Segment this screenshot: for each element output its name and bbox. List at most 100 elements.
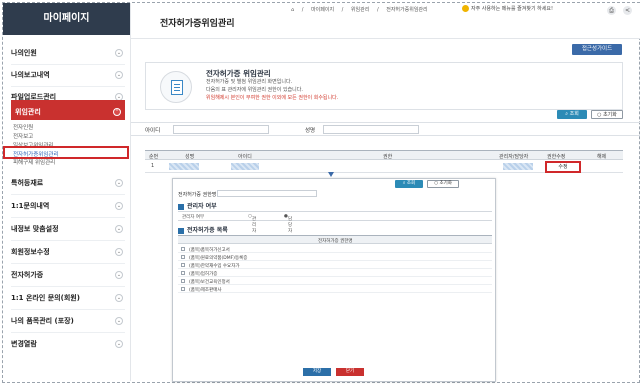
checkbox[interactable]	[181, 271, 185, 275]
favorite-text: 자주 사용하는 메뉴를 즐겨찾기 하세요!	[471, 6, 553, 12]
sidebar-subitem-e-person[interactable]: 전자인원	[13, 124, 33, 132]
section-title-text: 관리자 여부	[187, 203, 217, 210]
sidebar-item-delegation[interactable]: 위임관리 ⌃	[11, 100, 125, 120]
checkbox[interactable]	[181, 255, 185, 259]
search-button-label: 조회	[569, 111, 579, 117]
checkbox[interactable]	[181, 247, 185, 251]
list-item[interactable]: (품목)제조판매사	[178, 285, 492, 293]
id-label: 아이디	[145, 128, 161, 134]
document-icon	[160, 71, 192, 103]
home-icon[interactable]: ⌂	[291, 7, 294, 13]
info-warning: 위임해제시 본인이 부여한 권한 이외에 모든 권한이 회수됩니다.	[206, 95, 339, 101]
chevron-down-icon[interactable]: ⌄	[115, 225, 123, 233]
popup-section-title: 관리자 여부	[178, 201, 217, 210]
row-number: 1	[151, 163, 155, 169]
chevron-down-icon[interactable]: ⌄	[115, 49, 123, 57]
breadcrumb-item[interactable]: 마이페이지	[311, 7, 334, 13]
list-item-label: (품목)품목허가신고서	[189, 247, 230, 253]
list-item[interactable]: (품목)원료의약품(DMF)등록증	[178, 253, 492, 261]
redacted-role	[503, 163, 533, 170]
chevron-down-icon[interactable]: ⌄	[115, 248, 123, 256]
redacted-name	[169, 163, 199, 170]
radio-admin-label: 관리자	[251, 217, 257, 234]
popup-permission-input[interactable]	[217, 190, 317, 197]
chevron-up-icon[interactable]: ⌃	[113, 108, 121, 116]
chevron-down-icon[interactable]: ⌄	[115, 179, 123, 187]
checkbox[interactable]	[181, 279, 185, 283]
chevron-down-icon[interactable]: ⌄	[115, 317, 123, 325]
list-item[interactable]: (품목)보건교육인정서	[178, 277, 492, 285]
table-row: 1 수정	[145, 160, 623, 173]
popup-reset-button[interactable]: ○ 초기화	[427, 180, 459, 188]
divider	[11, 309, 125, 310]
edit-permission-button[interactable]: 수정	[545, 161, 581, 173]
name-input[interactable]	[323, 125, 419, 134]
sidebar-item-change-view[interactable]: 변경열람 ⌄	[11, 334, 125, 354]
sidebar-item-my-products[interactable]: 나의 품목관리 (포장) ⌄	[11, 311, 125, 331]
list-item[interactable]: (품목)품목허가신고서	[178, 245, 492, 253]
refresh-icon: ○	[434, 181, 439, 186]
divider	[11, 263, 125, 264]
sidebar-item-patent[interactable]: 특허등재료 ⌄	[11, 173, 125, 193]
search-row: 아이디 성명	[131, 122, 640, 136]
highlight-box	[3, 146, 129, 159]
sidebar-subitem-e-report[interactable]: 전자보고	[13, 133, 33, 141]
radio-staff-label: 담당자	[287, 217, 293, 234]
popup-section-title: 전자허가증 목록	[178, 225, 228, 234]
radio-staff[interactable]: ● 담당자	[284, 214, 292, 234]
search-icon: ⌕	[565, 111, 568, 117]
sidebar-item-label: 나의인원	[11, 49, 37, 57]
id-input[interactable]	[173, 125, 269, 134]
list-item[interactable]: (품목)업허가증	[178, 269, 492, 277]
column-header: 아이디	[238, 154, 252, 160]
chevron-down-icon[interactable]: ⌄	[115, 340, 123, 348]
license-list: 전자허가증 권한명 (품목)품목허가신고서 (품목)원료의약품(DMF)등록증 …	[178, 235, 492, 329]
sidebar-item-label: 특허등재료	[11, 179, 44, 187]
name-label: 성명	[305, 128, 316, 134]
sidebar-item-e-license[interactable]: 전자허가증 ⌄	[11, 265, 125, 285]
breadcrumb-item[interactable]: 전자허가증위임관리	[386, 7, 427, 13]
sidebar-item-my-persons[interactable]: 나의인원 ⌄	[11, 43, 125, 63]
print-icon[interactable]: ⎙	[607, 6, 616, 15]
reset-button[interactable]: ○ 초기화	[591, 110, 623, 119]
checkbox[interactable]	[181, 263, 185, 267]
breadcrumb-separator: /	[301, 7, 304, 13]
sidebar-subitem-damage-relief[interactable]: 피해구제 위임관리	[13, 159, 55, 167]
sidebar-item-label: 전자허가증	[11, 271, 44, 279]
popup-search-label: 조회	[406, 181, 416, 186]
popup-field-label: 전자허가증 권한명	[178, 192, 217, 198]
favorite-notice[interactable]: 자주 사용하는 메뉴를 즐겨찾기 하세요!	[462, 5, 553, 12]
chevron-down-icon[interactable]: ⌄	[115, 202, 123, 210]
list-item-label: (품목)업허가증	[189, 271, 218, 277]
chevron-down-icon[interactable]: ⌄	[115, 271, 123, 279]
radio-admin[interactable]: ○ 관리자	[248, 214, 256, 234]
star-icon	[462, 5, 469, 12]
close-button[interactable]: 닫기	[336, 368, 364, 376]
divider	[11, 217, 125, 218]
share-icon[interactable]: <	[623, 6, 632, 15]
accessibility-guide-button[interactable]: 접근성가이드	[572, 44, 622, 55]
breadcrumb-separator: /	[341, 7, 344, 13]
column-header: 순번	[149, 154, 159, 160]
license-list-header: 전자허가증 권한명	[178, 236, 492, 244]
popup-search-button[interactable]: ⌕ 조회	[395, 180, 423, 188]
sidebar-item-member-info[interactable]: 회원정보수정 ⌄	[11, 242, 125, 262]
chevron-down-icon[interactable]: ⌄	[115, 71, 123, 79]
info-line: 전자허가증 및 별첨 위임관리 화면입니다.	[206, 79, 293, 85]
sidebar-item-label: 내정보 맞춤설정	[11, 225, 59, 233]
sidebar-item-my-reports[interactable]: 나의보고내역 ⌄	[11, 65, 125, 85]
sidebar-item-label: 위임관리	[15, 108, 41, 116]
list-item-label: (품목)제조판매사	[189, 287, 222, 293]
license-list-header-label: 전자허가증 권한명	[318, 238, 353, 244]
checkbox[interactable]	[181, 287, 185, 291]
breadcrumb-item[interactable]: 위임관리	[351, 7, 369, 13]
sidebar-item-inquiries[interactable]: 1:1문의내역 ⌄	[11, 196, 125, 216]
chevron-down-icon[interactable]: ⌄	[115, 294, 123, 302]
sidebar-item-online-inquiry[interactable]: 1:1 온라인 문의(회원) ⌄	[11, 288, 125, 308]
search-button[interactable]: ⌕ 조회	[557, 110, 587, 119]
sidebar-item-label: 1:1 온라인 문의(회원)	[11, 294, 80, 302]
sidebar-item-custom-settings[interactable]: 내정보 맞춤설정 ⌄	[11, 219, 125, 239]
list-item[interactable]: (품목)한약재수입 수요자가	[178, 261, 492, 269]
save-button[interactable]: 저장	[303, 368, 331, 376]
admin-radio-row: 관리자 여부 ○ 관리자 ● 담당자	[178, 211, 492, 234]
